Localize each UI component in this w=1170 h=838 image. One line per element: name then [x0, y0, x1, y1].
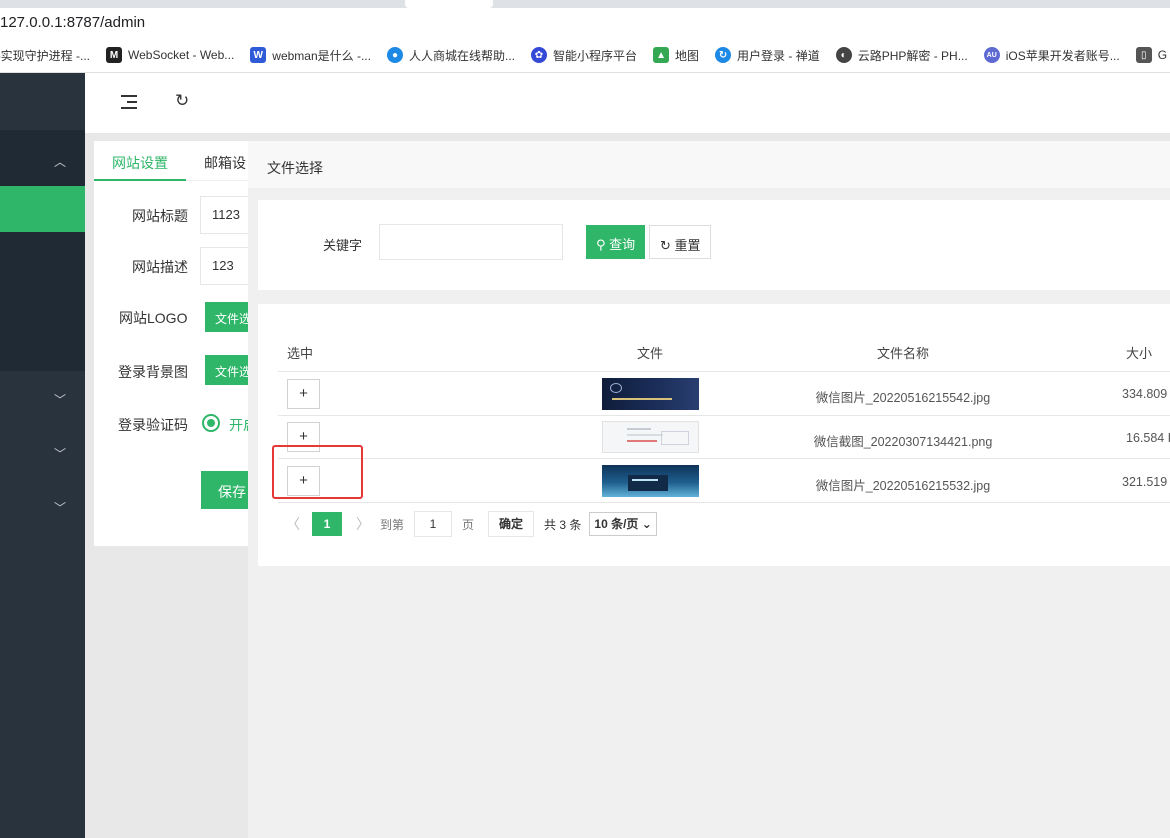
m-logo-icon: M: [106, 47, 123, 63]
file-select-modal: 文件选择 关键字 ⚲ 查询 ↻ 重置 选中 文件 文件名称 大小 + 微信图片_…: [248, 141, 1170, 838]
file-table-panel: 选中 文件 文件名称 大小 + 微信图片_20220516215542.jpg …: [258, 304, 1170, 566]
url-text[interactable]: 127.0.0.1:8787/admin: [0, 14, 145, 31]
browser-tab-strip: [0, 0, 1170, 8]
column-header-select: 选中: [287, 346, 314, 361]
file-size: 334.809 KB: [1122, 387, 1170, 401]
table-header-divider: [278, 371, 1170, 372]
bookmark-label: G: [1157, 48, 1168, 62]
site-desc-label: 网站描述: [132, 259, 188, 275]
chevron-down-icon[interactable]: ﹀: [54, 391, 66, 408]
file-name: 微信截图_20220307134421.png: [813, 435, 993, 449]
total-count: 共 3 条: [544, 517, 582, 532]
browser-active-tab[interactable]: [405, 0, 493, 8]
next-page-icon[interactable]: 〉: [356, 514, 370, 534]
captcha-on-label: 开启: [229, 417, 248, 433]
file-name: 微信图片_20220516215532.jpg: [815, 479, 991, 493]
query-button[interactable]: ⚲ 查询: [586, 225, 645, 259]
reset-button[interactable]: ↻ 重置: [649, 225, 711, 259]
table-row-divider: [278, 415, 1170, 416]
chevron-down-icon: ⌄: [641, 517, 652, 531]
shield-icon: ●: [386, 47, 403, 63]
refresh-icon[interactable]: ↻: [175, 91, 189, 111]
bookmark-label: iOS苹果开发者账号...: [1005, 48, 1120, 63]
annotation-highlight-box: [272, 445, 363, 499]
menu-toggle-icon[interactable]: [121, 91, 137, 115]
page-size-select[interactable]: 10 条/页 ⌄: [589, 512, 657, 536]
goto-page-input[interactable]: 1: [414, 511, 453, 537]
file-thumbnail[interactable]: [602, 378, 699, 410]
bookmark-item[interactable]: ◐ 云路PHP解密 - PH...: [835, 47, 968, 64]
bookmark-item[interactable]: AU iOS苹果开发者账号...: [983, 47, 1120, 64]
select-file-button[interactable]: +: [287, 379, 320, 409]
column-header-filename: 文件名称: [877, 346, 930, 361]
sidebar: ︿ ﹀ ﹀ ﹀: [0, 73, 85, 838]
sidebar-item-active[interactable]: [0, 186, 85, 232]
chevron-down-icon[interactable]: ﹀: [54, 499, 66, 516]
chevron-down-icon[interactable]: ﹀: [54, 445, 66, 462]
search-icon: ⚲: [596, 237, 606, 252]
address-bar[interactable]: 127.0.0.1:8787/admin: [0, 8, 1170, 38]
goto-confirm-button[interactable]: 确定: [488, 511, 535, 537]
bookmarks-bar: p实现守护进程 -... M WebSocket - Web... Wwebman…: [0, 38, 1170, 73]
map-icon: ▲: [653, 47, 670, 63]
bookmark-item[interactable]: Wwebman是什么 -...: [250, 47, 371, 64]
pagination: 〈 1 〉 到第 1 页 确定 共 3 条 10 条/页 ⌄: [286, 511, 657, 537]
bookmark-item[interactable]: ✿ 智能小程序平台: [531, 47, 637, 64]
file-size: 321.519 KB: [1122, 475, 1170, 489]
prev-page-icon[interactable]: 〈: [286, 514, 300, 534]
reset-icon: ↻: [660, 238, 671, 253]
captcha-on-radio[interactable]: [202, 414, 220, 432]
paw-icon: ✿: [531, 47, 547, 63]
column-header-file: 文件: [637, 346, 664, 361]
bookmark-label: 云路PHP解密 - PH...: [857, 48, 968, 63]
bookmark-label: 人人商城在线帮助...: [408, 48, 515, 63]
keyword-input[interactable]: [379, 224, 563, 260]
chevron-up-icon[interactable]: ︿: [54, 153, 66, 170]
bookmark-item[interactable]: M WebSocket - Web...: [106, 47, 234, 63]
site-logo-label: 网站LOGO: [119, 310, 188, 326]
bookmark-item[interactable]: ↻ 用户登录 - 禅道: [715, 47, 820, 64]
site-title-label: 网站标题: [132, 208, 188, 224]
apple-dev-icon: AU: [983, 47, 1000, 63]
bookmark-label: 智能小程序平台: [553, 48, 638, 63]
bookmark-label: p实现守护进程 -...: [0, 48, 91, 63]
bookmark-item[interactable]: ▲ 地图: [653, 47, 699, 64]
bookmark-label: WebSocket - Web...: [128, 48, 235, 62]
file-name: 微信图片_20220516215542.jpg: [815, 391, 991, 405]
login-bg-label: 登录背景图: [118, 364, 188, 380]
save-button[interactable]: 保存: [201, 471, 248, 509]
tab-mail-settings[interactable]: 邮箱设: [204, 153, 246, 173]
cloud-icon: ◐: [835, 47, 852, 63]
search-panel: 关键字 ⚲ 查询 ↻ 重置: [258, 200, 1170, 290]
sidebar-submenu: [0, 130, 85, 371]
table-row-divider: [278, 458, 1170, 459]
bookmark-item[interactable]: ▯ G: [1135, 47, 1168, 63]
tab-site-settings[interactable]: 网站设置: [94, 141, 186, 181]
page-unit-label: 页: [462, 517, 475, 532]
modal-title: 文件选择: [248, 141, 1170, 189]
bookmark-item[interactable]: p实现守护进程 -...: [0, 47, 90, 64]
tab-divider: [186, 180, 256, 181]
webman-logo-icon: W: [250, 47, 267, 63]
file-thumbnail[interactable]: [602, 421, 699, 453]
goto-label: 到第: [380, 517, 405, 532]
bookmark-item[interactable]: ● 人人商城在线帮助...: [386, 47, 515, 64]
bookmark-label: 地图: [675, 48, 700, 63]
admin-header: ↻: [85, 73, 1170, 133]
bookmark-label: webman是什么 -...: [272, 48, 371, 63]
table-row-divider: [278, 502, 1170, 503]
keyword-label: 关键字: [323, 238, 363, 253]
file-thumbnail[interactable]: [602, 465, 699, 497]
book-icon: ▯: [1135, 47, 1152, 63]
query-label: 查询: [609, 237, 636, 252]
captcha-label: 登录验证码: [118, 417, 188, 433]
reset-label: 重置: [674, 238, 701, 253]
file-size: 16.584 KB: [1126, 431, 1170, 445]
user-login-icon: ↻: [715, 47, 732, 63]
current-page-button[interactable]: 1: [312, 512, 342, 536]
page-size-value: 10 条/页: [594, 517, 639, 531]
bookmark-label: 用户登录 - 禅道: [737, 48, 820, 63]
column-header-size: 大小: [1126, 346, 1153, 361]
